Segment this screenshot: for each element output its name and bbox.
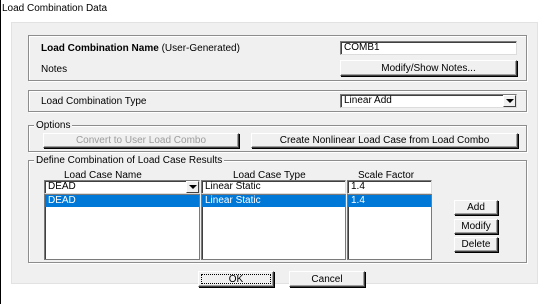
combination-name-label: Load Combination Name (User-Generated) bbox=[41, 43, 240, 54]
combination-name-input[interactable]: COMB1 bbox=[340, 41, 517, 55]
options-legend: Options bbox=[34, 120, 73, 131]
create-nonlinear-load-case-button[interactable]: Create Nonlinear Load Case from Load Com… bbox=[251, 133, 518, 148]
combination-name-label-bold: Load Combination Name bbox=[41, 43, 159, 54]
combination-name-label-suffix: (User-Generated) bbox=[158, 43, 240, 54]
notes-label: Notes bbox=[41, 64, 68, 75]
combination-type-label: Load Combination Type bbox=[41, 96, 147, 107]
chevron-down-icon[interactable] bbox=[186, 181, 199, 193]
define-combination-legend: Define Combination of Load Case Results bbox=[34, 155, 225, 166]
load-case-type-list[interactable]: Linear Static bbox=[201, 194, 346, 260]
load-case-name-list[interactable]: DEAD bbox=[44, 194, 200, 260]
load-case-type-field: Linear Static bbox=[201, 180, 346, 194]
load-case-name-dropdown-value: DEAD bbox=[48, 181, 76, 192]
window-title: Load Combination Data bbox=[2, 3, 108, 14]
window-left-edge bbox=[0, 0, 1, 304]
add-button[interactable]: Add bbox=[454, 200, 498, 215]
ok-button[interactable]: OK bbox=[198, 271, 274, 287]
convert-to-user-load-combo-button[interactable]: Convert to User Load Combo bbox=[43, 133, 239, 148]
list-item[interactable]: Linear Static bbox=[202, 195, 345, 207]
list-item[interactable]: 1.4 bbox=[348, 195, 431, 207]
modify-button[interactable]: Modify bbox=[454, 219, 498, 234]
cancel-button[interactable]: Cancel bbox=[289, 271, 365, 287]
scale-factor-input[interactable]: 1.4 bbox=[347, 180, 432, 194]
list-item[interactable]: DEAD bbox=[45, 195, 199, 207]
chevron-down-icon[interactable] bbox=[503, 95, 516, 107]
delete-button[interactable]: Delete bbox=[454, 237, 498, 252]
combination-type-value: Linear Add bbox=[344, 95, 392, 106]
modify-show-notes-button[interactable]: Modify/Show Notes... bbox=[340, 60, 517, 76]
load-case-name-dropdown[interactable]: DEAD bbox=[44, 180, 200, 194]
scale-factor-list[interactable]: 1.4 bbox=[347, 194, 432, 260]
combination-type-select[interactable]: Linear Add bbox=[340, 94, 517, 108]
